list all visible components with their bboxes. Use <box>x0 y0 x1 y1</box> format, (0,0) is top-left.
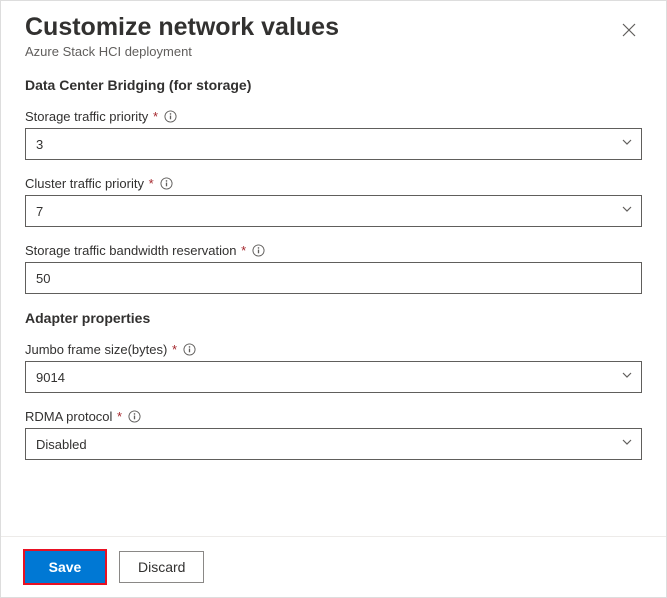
label-storage-priority: Storage traffic priority * <box>25 109 158 124</box>
discard-button[interactable]: Discard <box>119 551 204 583</box>
close-button[interactable] <box>616 17 642 43</box>
required-indicator: * <box>153 109 158 124</box>
input-bandwidth-reservation-wrap <box>25 262 642 294</box>
info-icon[interactable] <box>164 110 177 123</box>
select-storage-priority[interactable] <box>25 128 642 160</box>
info-icon[interactable] <box>183 343 196 356</box>
customize-network-panel: Customize network values Azure Stack HCI… <box>0 0 667 598</box>
field-bandwidth-reservation: Storage traffic bandwidth reservation * <box>25 243 642 294</box>
label-jumbo-frame: Jumbo frame size(bytes) * <box>25 342 177 357</box>
required-indicator: * <box>149 176 154 191</box>
close-icon <box>622 25 636 40</box>
required-indicator: * <box>172 342 177 357</box>
section-heading-adapter: Adapter properties <box>25 310 642 326</box>
select-storage-priority-value[interactable] <box>25 128 642 160</box>
select-rdma-protocol[interactable] <box>25 428 642 460</box>
info-icon[interactable] <box>128 410 141 423</box>
select-cluster-priority[interactable] <box>25 195 642 227</box>
save-button[interactable]: Save <box>25 551 105 583</box>
label-bandwidth-reservation: Storage traffic bandwidth reservation * <box>25 243 246 258</box>
field-cluster-priority: Cluster traffic priority * <box>25 176 642 227</box>
required-indicator: * <box>117 409 122 424</box>
select-jumbo-frame-value[interactable] <box>25 361 642 393</box>
panel-footer: Save Discard <box>1 536 666 597</box>
panel-subtitle: Azure Stack HCI deployment <box>25 44 339 59</box>
field-jumbo-frame: Jumbo frame size(bytes) * <box>25 342 642 393</box>
panel-header: Customize network values Azure Stack HCI… <box>25 13 642 77</box>
select-cluster-priority-value[interactable] <box>25 195 642 227</box>
input-bandwidth-reservation[interactable] <box>25 262 642 294</box>
section-heading-dcb: Data Center Bridging (for storage) <box>25 77 642 93</box>
label-rdma-protocol: RDMA protocol * <box>25 409 122 424</box>
panel-title: Customize network values <box>25 13 339 42</box>
panel-body: Customize network values Azure Stack HCI… <box>1 1 666 536</box>
select-jumbo-frame[interactable] <box>25 361 642 393</box>
required-indicator: * <box>241 243 246 258</box>
field-storage-priority: Storage traffic priority * <box>25 109 642 160</box>
select-rdma-protocol-value[interactable] <box>25 428 642 460</box>
field-rdma-protocol: RDMA protocol * <box>25 409 642 460</box>
info-icon[interactable] <box>252 244 265 257</box>
info-icon[interactable] <box>160 177 173 190</box>
label-cluster-priority: Cluster traffic priority * <box>25 176 154 191</box>
